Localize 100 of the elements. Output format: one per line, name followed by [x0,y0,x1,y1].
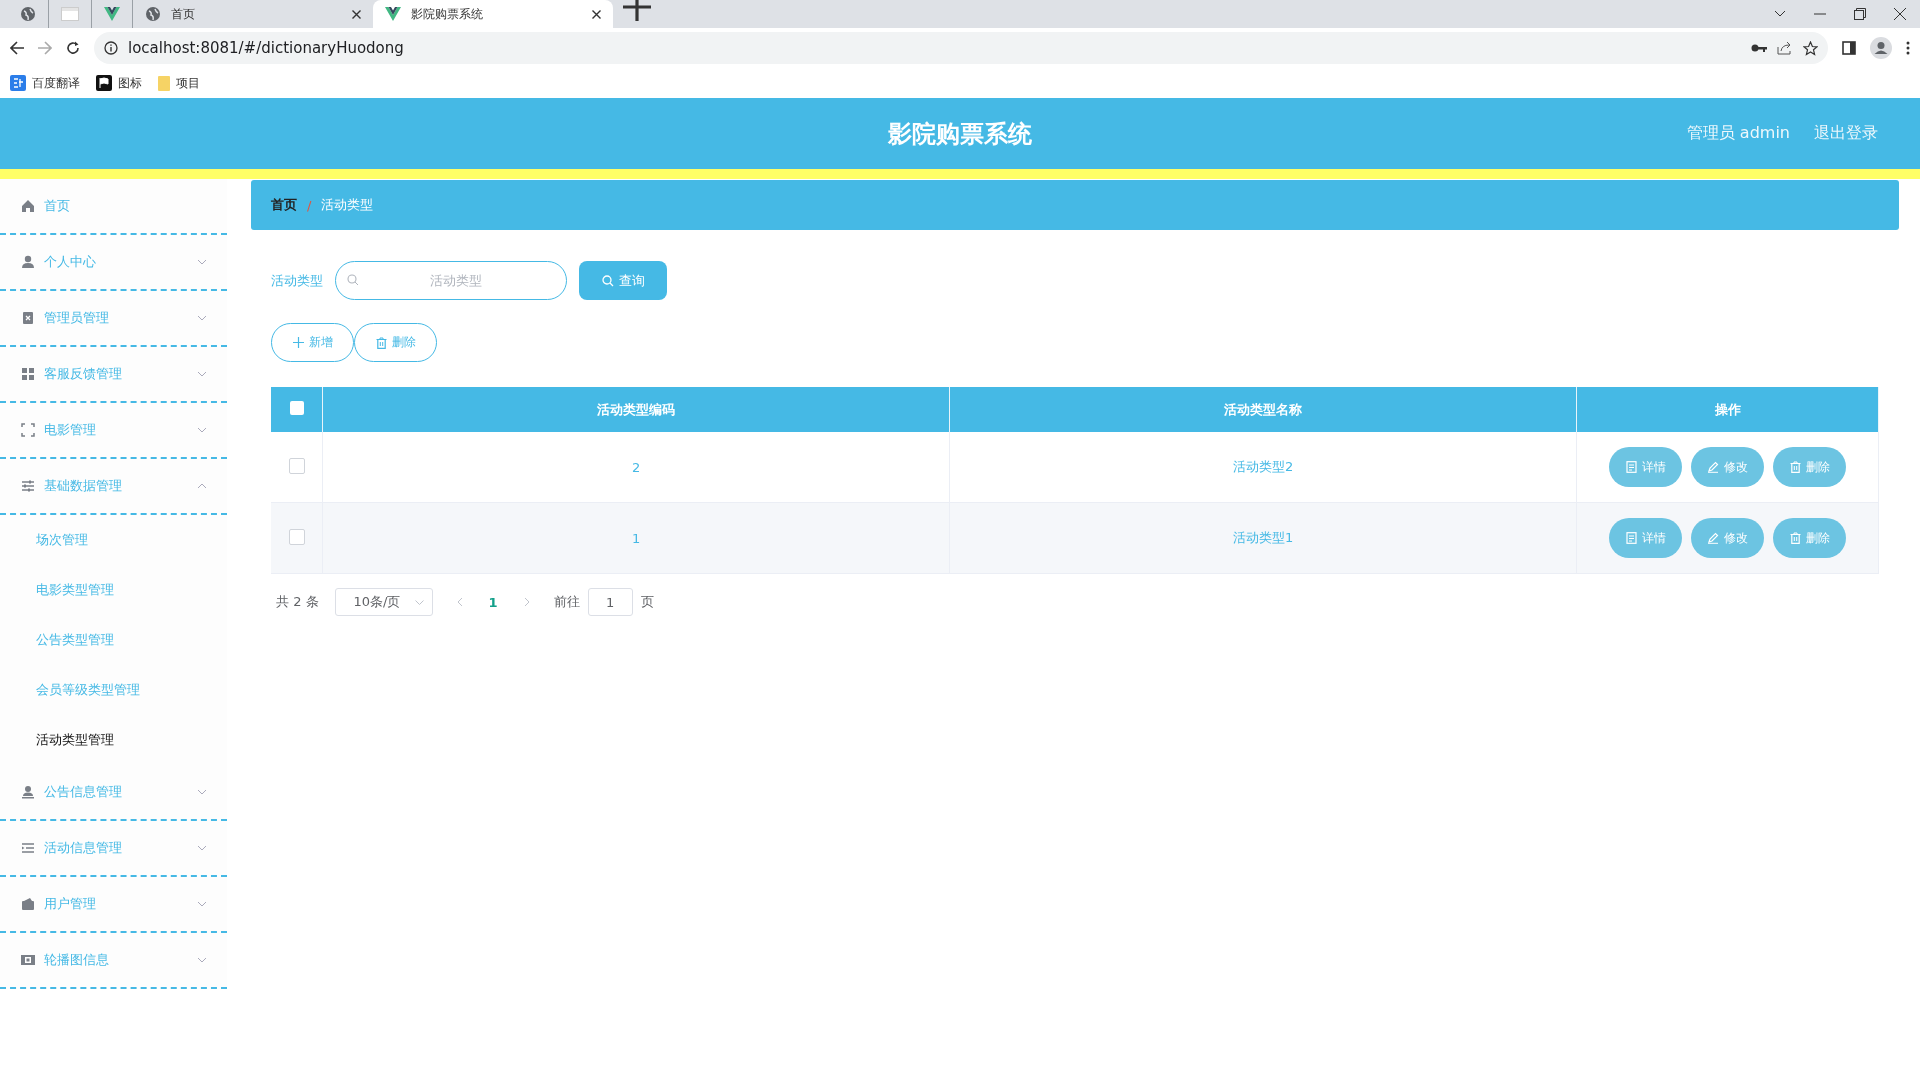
breadcrumb-link[interactable]: 首页 [271,196,297,214]
profile-avatar-icon[interactable] [1870,37,1892,59]
menu-icon [20,840,36,856]
edit-button[interactable]: 修改 [1691,518,1765,558]
url-text: localhost:8081/#/dictionaryHuodong [128,39,404,57]
search-button[interactable]: 查询 [579,261,667,300]
sidebar-item[interactable]: 用户管理 [0,877,227,933]
breadcrumb-current: 活动类型 [321,196,374,214]
edit-button[interactable]: 修改 [1691,447,1765,487]
chevron-icon [197,483,207,489]
row-checkbox[interactable] [288,457,305,474]
chevron-icon [197,259,207,265]
star-icon[interactable] [1803,40,1818,56]
pencil-icon [1707,532,1720,544]
pencil-icon [1707,461,1720,473]
chevron-icon [197,315,207,321]
back-icon[interactable] [10,41,24,55]
menu-icon [20,784,36,800]
sidebar-item[interactable]: 首页 [0,179,227,235]
browser-tab[interactable]: 首页 [133,0,373,28]
search-label: 活动类型 [271,271,323,290]
user-label: 管理员 admin [1686,123,1790,144]
close-icon[interactable] [1894,8,1906,20]
delete-button[interactable]: 删除 [1773,447,1847,487]
column-header: 活动类型编码 [322,387,950,432]
goto-label: 前往 [553,593,580,611]
reload-icon[interactable] [66,41,80,55]
menu-icon [20,896,36,912]
submenu-item[interactable]: 会员等级类型管理 [0,665,227,715]
sidebar-item[interactable]: 公告信息管理 [0,765,227,821]
detail-button[interactable]: 详情 [1609,518,1683,558]
sidebar-item[interactable]: 活动信息管理 [0,821,227,877]
bookmark[interactable]: 百度翻译 [10,74,80,92]
search-icon [347,274,359,286]
table-cell: 活动类型2 [949,432,1577,503]
chevron-icon [414,599,424,605]
address-bar[interactable]: localhost:8081/#/dictionaryHuodong [94,32,1828,64]
sidebar-item[interactable]: 基础数据管理 [0,459,227,515]
share-icon[interactable] [1777,41,1793,55]
chevron-icon [197,789,207,795]
menu-icon [20,310,36,326]
search-icon [601,274,614,287]
info-icon [104,41,118,55]
chevron-icon [197,957,207,963]
plus-icon [292,337,304,348]
chevron-icon [197,901,207,907]
breadcrumb-separator: / [307,197,312,213]
trash-icon [375,336,387,349]
delete-button[interactable]: 删除 [354,323,437,362]
page-number[interactable]: 1 [488,594,498,610]
submenu-item[interactable]: 公告类型管理 [0,615,227,665]
row-checkbox[interactable] [288,528,305,545]
select-all-checkbox[interactable] [289,401,304,415]
table-cell: 2 [322,432,950,503]
close-icon[interactable] [592,9,601,19]
total-count: 共 2 条 [276,593,319,611]
vue-logo-icon [385,7,401,21]
translate-icon [10,75,26,91]
globe-icon [145,6,161,22]
menu-icon [20,952,36,968]
vue-logo-icon [104,7,120,21]
search-field[interactable]: 活动类型 [335,261,567,300]
goto-page-field[interactable]: 1 [587,588,633,616]
detail-button[interactable]: 详情 [1609,447,1683,487]
trash-icon [1789,461,1801,473]
side-panel-icon[interactable] [1842,41,1856,55]
chevron-icon [197,371,207,377]
browser-tab[interactable]: 影院购票系统 [373,0,613,28]
column-header: 操作 [1576,387,1879,432]
delete-button[interactable]: 删除 [1773,518,1847,558]
chevron-icon [197,427,207,433]
submenu-item[interactable]: 活动类型管理 [0,715,227,765]
submenu-item[interactable]: 电影类型管理 [0,565,227,615]
menu-icon [20,366,36,382]
menu-icon [20,422,36,438]
trash-icon [1789,532,1801,544]
restore-icon[interactable] [1854,8,1866,20]
sidebar-item[interactable]: 客服反馈管理 [0,347,227,403]
sidebar-item[interactable]: 轮播图信息 [0,933,227,989]
chevron-down-icon[interactable] [1774,10,1786,18]
sidebar-item[interactable]: 管理员管理 [0,291,227,347]
globe-icon [20,6,36,22]
bookmark[interactable]: 图标 [96,74,142,92]
key-icon[interactable] [1751,43,1767,53]
table-cell: 1 [322,502,950,574]
page-suffix: 页 [640,593,654,611]
submenu-item[interactable]: 场次管理 [0,515,227,565]
column-header: 活动类型名称 [949,387,1577,432]
close-icon[interactable] [352,9,361,19]
sidebar-item[interactable]: 电影管理 [0,403,227,459]
page-size-select[interactable]: 10条/页 [334,588,433,616]
document-icon [1625,461,1637,473]
logout-link[interactable]: 退出登录 [1814,123,1878,144]
add-button[interactable]: 新增 [271,323,354,362]
table-cell: 活动类型1 [949,502,1577,574]
more-icon[interactable] [1906,41,1910,55]
sidebar-item[interactable]: 个人中心 [0,235,227,291]
new-tab-icon[interactable] [623,0,651,21]
flag-icon [96,75,112,91]
bookmark[interactable]: 项目 [158,74,200,92]
